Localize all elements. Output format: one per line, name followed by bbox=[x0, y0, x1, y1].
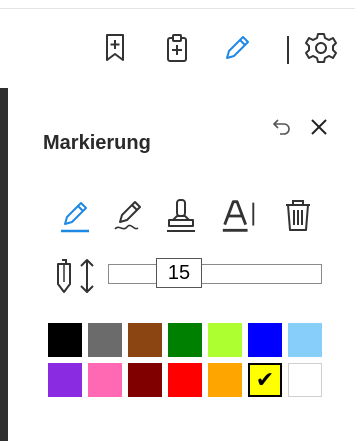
color-swatch[interactable] bbox=[208, 323, 242, 357]
close-icon bbox=[311, 119, 327, 135]
pen-button[interactable] bbox=[220, 28, 254, 68]
stroke-size-slider[interactable] bbox=[108, 264, 322, 284]
color-swatch[interactable] bbox=[88, 323, 122, 357]
bookmark-add-button[interactable] bbox=[98, 28, 132, 68]
markup-panel: Markierung 15 ✔ bbox=[0, 88, 355, 441]
vertical-resize-icon bbox=[80, 259, 94, 293]
panel-title: Markierung bbox=[43, 132, 151, 154]
delete-icon bbox=[286, 200, 310, 231]
color-swatch[interactable] bbox=[288, 323, 322, 357]
close-button[interactable] bbox=[306, 114, 332, 140]
stroke-size-value[interactable]: 15 bbox=[156, 258, 202, 288]
text-highlight-tool[interactable] bbox=[219, 194, 259, 238]
stamp-icon bbox=[167, 199, 195, 232]
color-swatch[interactable] bbox=[88, 363, 122, 397]
delete-button[interactable] bbox=[278, 194, 318, 238]
clipboard-add-icon bbox=[167, 34, 187, 62]
clipboard-add-button[interactable] bbox=[160, 28, 194, 68]
highlighter-pen-icon bbox=[61, 202, 89, 233]
settings-button[interactable] bbox=[304, 28, 338, 68]
highlighter-tool[interactable] bbox=[55, 194, 95, 238]
color-swatch[interactable] bbox=[168, 363, 202, 397]
undo-button[interactable] bbox=[270, 114, 294, 138]
color-swatch[interactable] bbox=[248, 323, 282, 357]
color-swatch[interactable] bbox=[128, 363, 162, 397]
stroke-size-row: 15 bbox=[52, 256, 332, 296]
text-highlight-icon bbox=[222, 200, 255, 232]
color-swatch[interactable] bbox=[48, 363, 82, 397]
pen-width-icon bbox=[57, 259, 71, 293]
top-divider bbox=[0, 8, 355, 9]
color-swatch[interactable] bbox=[288, 363, 322, 397]
color-swatch[interactable] bbox=[48, 323, 82, 357]
color-swatch[interactable]: ✔ bbox=[248, 363, 282, 397]
color-palette: ✔ bbox=[48, 323, 324, 403]
toolbar bbox=[0, 28, 355, 72]
bookmark-add-icon bbox=[106, 34, 124, 61]
freehand-pen-icon bbox=[114, 201, 141, 230]
color-swatch[interactable] bbox=[128, 323, 162, 357]
color-swatch[interactable] bbox=[208, 363, 242, 397]
selected-check-icon: ✔ bbox=[255, 367, 275, 393]
toolbar-separator bbox=[287, 36, 289, 64]
pen-icon bbox=[226, 36, 249, 59]
undo-icon bbox=[273, 119, 290, 135]
settings-icon bbox=[305, 33, 337, 63]
stamp-tool[interactable] bbox=[161, 194, 201, 238]
panel-edge-bar bbox=[0, 88, 8, 441]
color-swatch[interactable] bbox=[168, 323, 202, 357]
freehand-tool[interactable] bbox=[108, 194, 148, 238]
